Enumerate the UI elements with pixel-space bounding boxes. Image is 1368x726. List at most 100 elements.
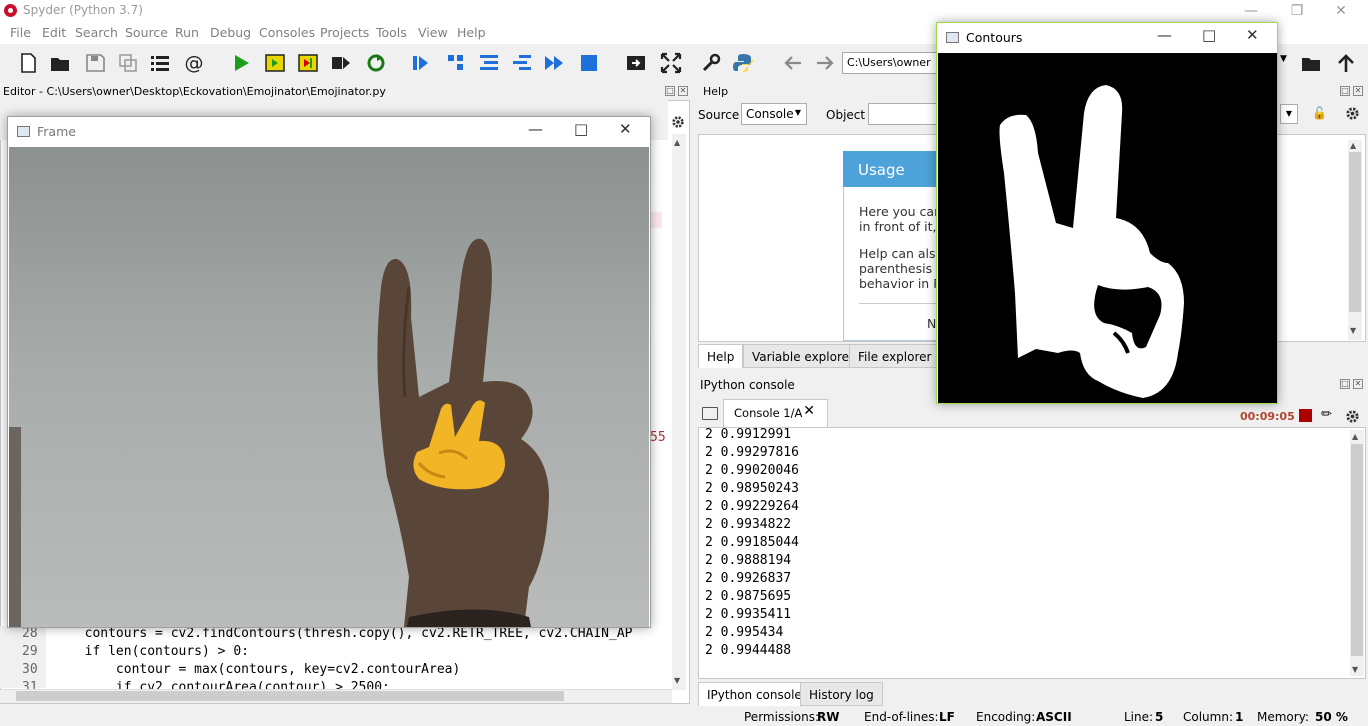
scroll-down-icon[interactable]: ▼ (1352, 665, 1358, 674)
console-output-line: 2 0.9888194 (705, 553, 792, 568)
debug-step-icon[interactable] (410, 52, 432, 74)
menu-run[interactable]: Run (175, 25, 199, 40)
editor-vertical-scrollbar[interactable] (672, 134, 686, 690)
minimize-icon[interactable]: — (528, 120, 543, 138)
stop-icon[interactable] (578, 52, 600, 74)
browse-folder-icon[interactable] (1300, 52, 1322, 74)
code-line[interactable]: 30 contour = max(contours, key=cv2.conto… (0, 662, 662, 680)
menu-view[interactable]: View (418, 25, 448, 40)
app-titlebar (0, 0, 1368, 22)
close-icon[interactable]: ✕ (803, 403, 815, 419)
at-icon[interactable]: @ (183, 52, 205, 74)
undock-pane-icon[interactable]: □ (665, 86, 675, 96)
console-output-line: 2 0.9935411 (705, 607, 792, 622)
menu-help[interactable]: Help (457, 25, 486, 40)
debug-return-icon[interactable] (511, 52, 533, 74)
close-icon[interactable]: ✕ (619, 120, 632, 138)
debug-continue-icon[interactable] (478, 52, 500, 74)
frame-window-titlebar[interactable]: Frame — □ ✕ (8, 117, 650, 147)
run-icon[interactable] (230, 52, 252, 74)
gear-icon[interactable] (671, 115, 685, 131)
menu-search[interactable]: Search (75, 25, 118, 40)
gear-icon[interactable] (1345, 106, 1360, 124)
close-pane-icon[interactable]: ✕ (678, 86, 688, 96)
scroll-thumb[interactable] (1349, 152, 1361, 312)
fullscreen-icon[interactable] (660, 52, 682, 74)
menu-tools[interactable]: Tools (376, 25, 407, 40)
run-cell-advance-icon[interactable] (297, 52, 319, 74)
contours-window-titlebar[interactable]: Contours — □ ✕ (937, 23, 1277, 53)
column-value: 1 (1235, 710, 1244, 724)
save-all-icon[interactable] (117, 52, 139, 74)
spyder-logo-icon (4, 4, 17, 17)
menu-edit[interactable]: Edit (42, 25, 66, 40)
chevron-down-icon[interactable]: ▼ (1280, 54, 1294, 72)
scroll-down-icon[interactable]: ▼ (1350, 326, 1356, 335)
tab-file-explorer[interactable]: File explorer (849, 344, 941, 368)
maximize-icon[interactable]: □ (574, 120, 588, 138)
divider (859, 303, 937, 304)
source-select[interactable]: Console ▼ (741, 103, 807, 125)
code-line[interactable]: 28 contours = cv2.findContours(thresh.co… (0, 626, 662, 644)
close-pane-icon[interactable]: ✕ (1353, 379, 1363, 389)
scroll-up-icon[interactable]: ▲ (1350, 141, 1356, 150)
scroll-thumb[interactable] (1351, 444, 1363, 656)
menu-consoles[interactable]: Consoles (259, 25, 315, 40)
scroll-up-icon[interactable]: ▲ (1352, 432, 1358, 441)
minimize-icon[interactable]: — (1228, 0, 1274, 22)
parent-dir-icon[interactable] (1335, 52, 1357, 74)
run-cell-icon[interactable] (264, 52, 286, 74)
save-icon[interactable] (84, 52, 106, 74)
permissions-value: RW (817, 710, 840, 724)
menu-debug[interactable]: Debug (210, 25, 251, 40)
outline-icon[interactable] (149, 52, 171, 74)
console-tab[interactable]: Console 1/A ✕ (723, 399, 828, 427)
menu-projects[interactable]: Projects (320, 25, 369, 40)
scroll-thumb[interactable] (16, 691, 564, 701)
usage-title: Usage (843, 151, 939, 187)
gear-icon[interactable] (1345, 409, 1360, 427)
run-selection-icon[interactable] (330, 52, 352, 74)
open-folder-icon[interactable] (49, 52, 71, 74)
preferences-icon[interactable] (700, 52, 722, 74)
stop-kernel-button[interactable] (1299, 409, 1312, 422)
back-arrow-icon[interactable] (782, 52, 804, 74)
scroll-down-icon[interactable]: ▼ (674, 676, 680, 685)
eraser-icon[interactable]: ✏ (1321, 407, 1332, 422)
tab-variable-explorer[interactable]: Variable explorer (743, 344, 863, 368)
fast-forward-icon[interactable] (543, 52, 565, 74)
undock-pane-icon[interactable]: □ (1340, 86, 1350, 96)
close-pane-icon[interactable]: ✕ (1353, 86, 1363, 96)
object-input[interactable] (868, 103, 938, 125)
maximize-icon[interactable]: □ (1202, 26, 1216, 44)
tab-history-log[interactable]: History log (800, 682, 883, 706)
code-line[interactable]: 29 if len(contours) > 0: (0, 644, 662, 662)
rerun-icon[interactable] (365, 52, 387, 74)
chevron-down-icon: ▼ (794, 108, 801, 117)
menu-file[interactable]: File (10, 25, 31, 40)
frame-window-title: Frame (37, 124, 76, 139)
close-icon[interactable]: ✕ (1318, 0, 1364, 22)
lock-icon[interactable]: 🔓 (1312, 106, 1327, 120)
new-file-icon[interactable] (17, 52, 39, 74)
debug-next-icon[interactable] (445, 52, 467, 74)
console-output-line: 2 0.99185044 (705, 535, 799, 550)
scroll-up-icon[interactable]: ▲ (674, 138, 680, 147)
usage-line: Here you can (859, 204, 937, 219)
menu-source[interactable]: Source (125, 25, 168, 40)
python-path-icon[interactable] (732, 52, 754, 74)
usage-line: Help can also (859, 246, 937, 261)
close-icon[interactable]: ✕ (1246, 26, 1259, 44)
folder-icon[interactable] (702, 407, 718, 420)
forward-arrow-icon[interactable] (814, 52, 836, 74)
contours-window[interactable]: Contours — □ ✕ (936, 22, 1278, 404)
tab-ipython-console[interactable]: IPython console (698, 682, 811, 706)
minimize-icon[interactable]: — (1157, 26, 1172, 44)
maximize-pane-icon[interactable] (625, 52, 647, 74)
undock-pane-icon[interactable]: □ (1340, 379, 1350, 389)
restore-icon[interactable]: ❐ (1274, 0, 1320, 22)
chevron-down-icon[interactable]: ▼ (1280, 104, 1298, 124)
frame-window[interactable]: Frame — □ ✕ (7, 116, 651, 628)
tab-help[interactable]: Help (698, 344, 744, 368)
working-directory-input[interactable]: C:\Users\owner (842, 52, 938, 74)
